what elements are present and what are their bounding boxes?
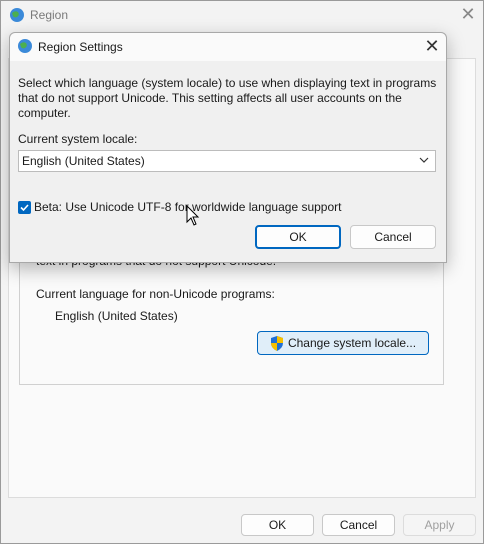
region-close-icon[interactable]: ✕ <box>458 4 478 24</box>
utf8-beta-checkbox[interactable] <box>18 201 31 214</box>
system-locale-value: English (United States) <box>22 154 145 168</box>
chevron-down-icon <box>419 157 429 163</box>
apply-button[interactable]: Apply <box>403 514 476 536</box>
dialog-title: Region Settings <box>38 40 123 54</box>
dialog-ok-button[interactable]: OK <box>255 225 341 249</box>
region-window-title: Region <box>30 8 69 22</box>
cancel-button[interactable]: Cancel <box>322 514 395 536</box>
system-locale-select[interactable]: English (United States) <box>18 150 436 172</box>
current-language-value: English (United States) <box>55 309 178 323</box>
ok-button[interactable]: OK <box>241 514 314 536</box>
check-icon <box>20 204 29 212</box>
dialog-description: Select which language (system locale) to… <box>18 76 437 120</box>
system-locale-label: Current system locale: <box>18 132 138 146</box>
dialog-cancel-button[interactable]: Cancel <box>350 225 436 249</box>
dialog-close-icon[interactable]: ✕ <box>422 36 442 56</box>
uac-shield-icon <box>270 335 283 351</box>
change-system-locale-button[interactable]: Change system locale... <box>257 331 429 355</box>
globe-icon <box>18 39 32 53</box>
current-language-label: Current language for non-Unicode program… <box>36 287 275 301</box>
mouse-cursor-icon <box>186 205 200 226</box>
change-locale-label: Change system locale... <box>287 336 417 350</box>
globe-icon <box>10 8 24 22</box>
